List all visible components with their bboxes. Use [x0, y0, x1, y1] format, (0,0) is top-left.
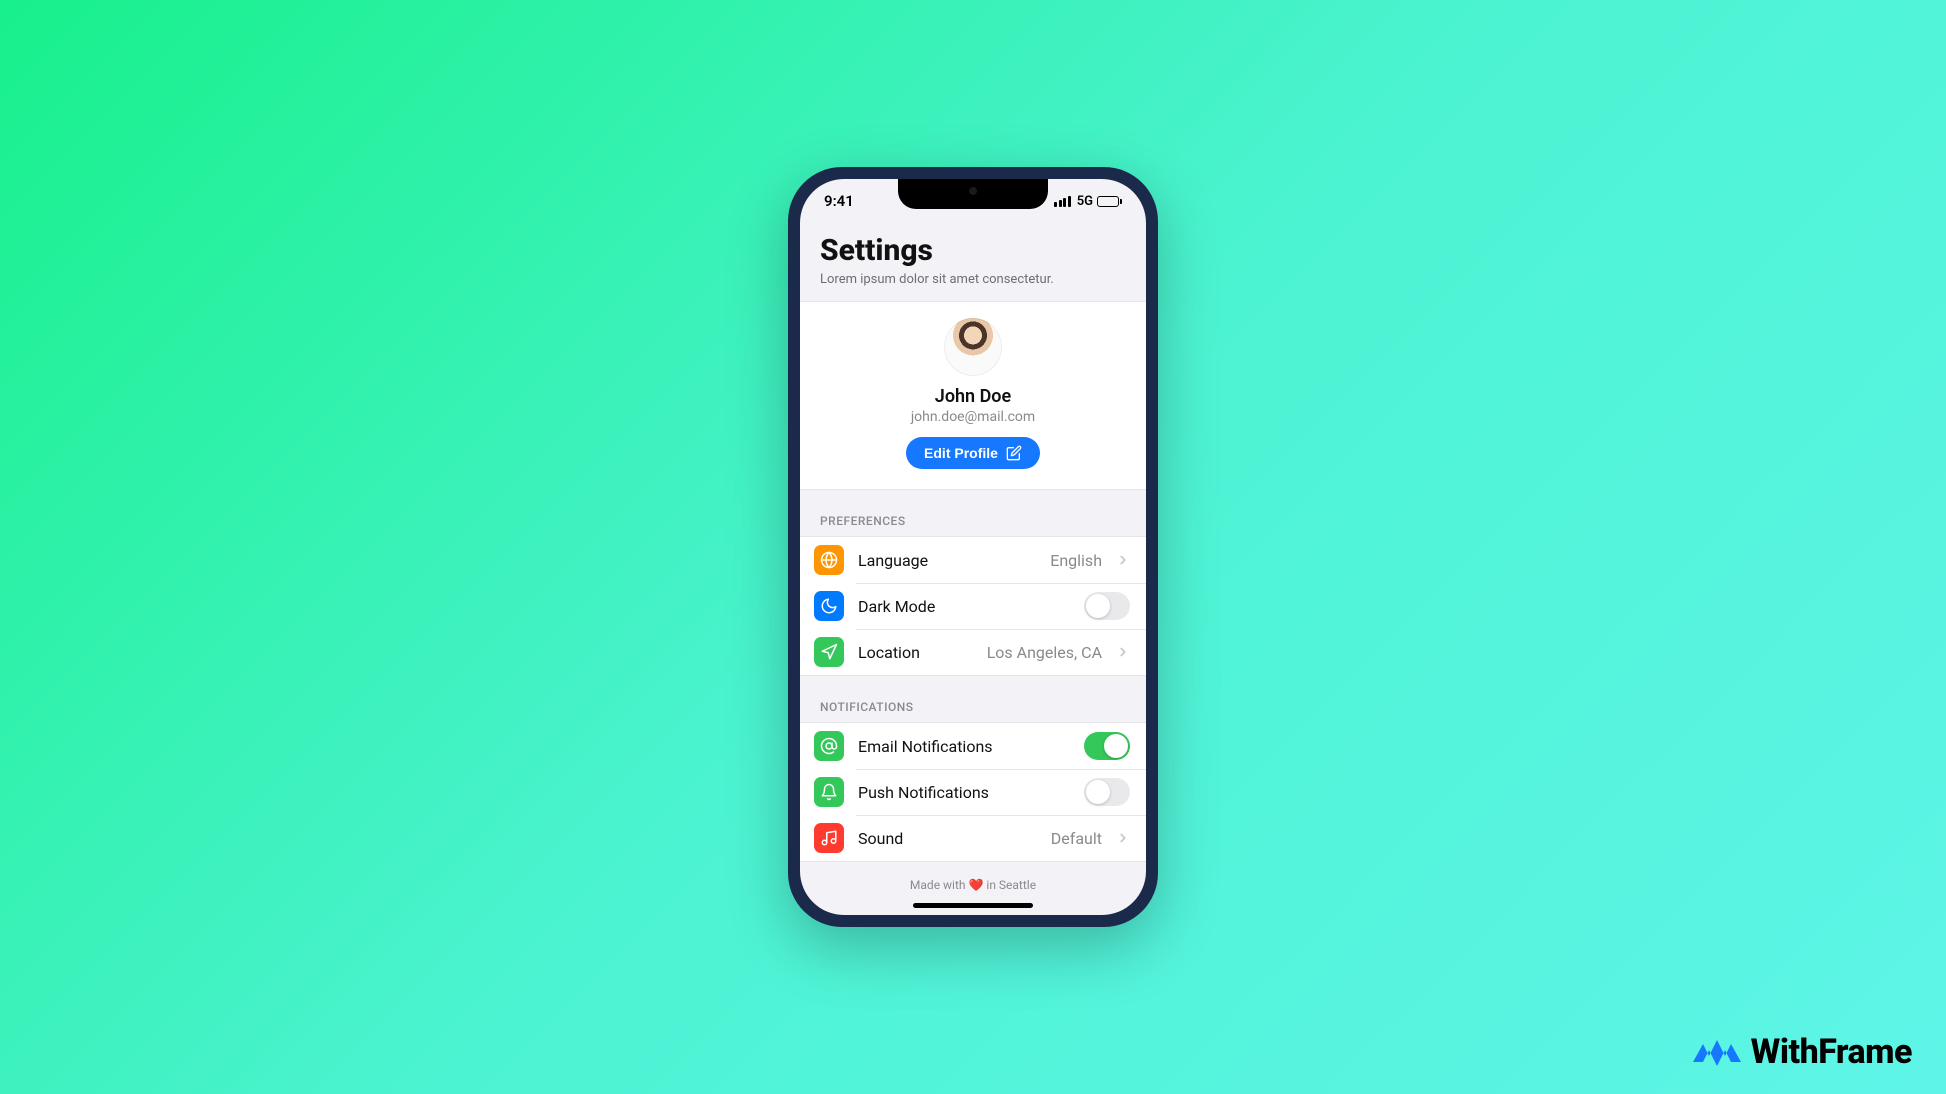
- section-label-notifications: NOTIFICATIONS: [800, 676, 1146, 722]
- row-dark-mode: Dark Mode: [800, 583, 1146, 629]
- row-value: Los Angeles, CA: [987, 643, 1102, 662]
- home-indicator[interactable]: [913, 903, 1033, 908]
- profile-name: John Doe: [820, 386, 1126, 407]
- globe-icon: [814, 545, 844, 575]
- page-subtitle: Lorem ipsum dolor sit amet consectetur.: [820, 272, 1126, 287]
- chevron-right-icon: [1116, 645, 1130, 659]
- avatar[interactable]: [944, 318, 1002, 376]
- status-right: 5G: [1054, 194, 1122, 209]
- edit-profile-label: Edit Profile: [924, 445, 998, 461]
- status-time: 9:41: [824, 192, 854, 210]
- row-label: Dark Mode: [858, 597, 1070, 616]
- row-label: Language: [858, 551, 1036, 570]
- email-notifications-toggle[interactable]: [1084, 732, 1130, 760]
- row-label: Location: [858, 643, 973, 662]
- row-label: Email Notifications: [858, 737, 1070, 756]
- row-language[interactable]: Language English: [800, 537, 1146, 583]
- section-label-preferences: PREFERENCES: [800, 490, 1146, 536]
- row-email-notifications: Email Notifications: [800, 723, 1146, 769]
- dark-mode-toggle[interactable]: [1084, 592, 1130, 620]
- battery-icon: [1097, 196, 1122, 207]
- row-sound[interactable]: Sound Default: [800, 815, 1146, 861]
- bell-icon: [814, 777, 844, 807]
- brand-logo-icon: [1693, 1034, 1741, 1070]
- brand-name: WithFrame: [1751, 1032, 1912, 1072]
- music-icon: [814, 823, 844, 853]
- chevron-right-icon: [1116, 553, 1130, 567]
- at-sign-icon: [814, 731, 844, 761]
- row-push-notifications: Push Notifications: [800, 769, 1146, 815]
- profile-card: John Doe john.doe@mail.com Edit Profile: [800, 301, 1146, 490]
- edit-icon: [1006, 445, 1022, 461]
- navigation-icon: [814, 637, 844, 667]
- list-preferences: Language English Dark Mode Location: [800, 536, 1146, 676]
- page-title: Settings: [820, 233, 1126, 268]
- notch: [898, 179, 1048, 209]
- list-notifications: Email Notifications Push Notifications S…: [800, 722, 1146, 862]
- row-value: Default: [1051, 829, 1102, 848]
- moon-icon: [814, 591, 844, 621]
- chevron-right-icon: [1116, 831, 1130, 845]
- screen-content: Settings Lorem ipsum dolor sit amet cons…: [800, 223, 1146, 915]
- row-location[interactable]: Location Los Angeles, CA: [800, 629, 1146, 675]
- signal-icon: [1054, 196, 1071, 207]
- profile-email: john.doe@mail.com: [820, 409, 1126, 425]
- phone-frame: 9:41 5G Settings Lorem ipsum dolor sit a…: [788, 167, 1158, 927]
- brand-watermark: WithFrame: [1693, 1032, 1912, 1072]
- edit-profile-button[interactable]: Edit Profile: [906, 437, 1040, 469]
- phone-screen: 9:41 5G Settings Lorem ipsum dolor sit a…: [800, 179, 1146, 915]
- row-value: English: [1050, 551, 1102, 570]
- page-header: Settings Lorem ipsum dolor sit amet cons…: [800, 223, 1146, 301]
- push-notifications-toggle[interactable]: [1084, 778, 1130, 806]
- network-label: 5G: [1077, 194, 1093, 209]
- row-label: Push Notifications: [858, 783, 1070, 802]
- row-label: Sound: [858, 829, 1037, 848]
